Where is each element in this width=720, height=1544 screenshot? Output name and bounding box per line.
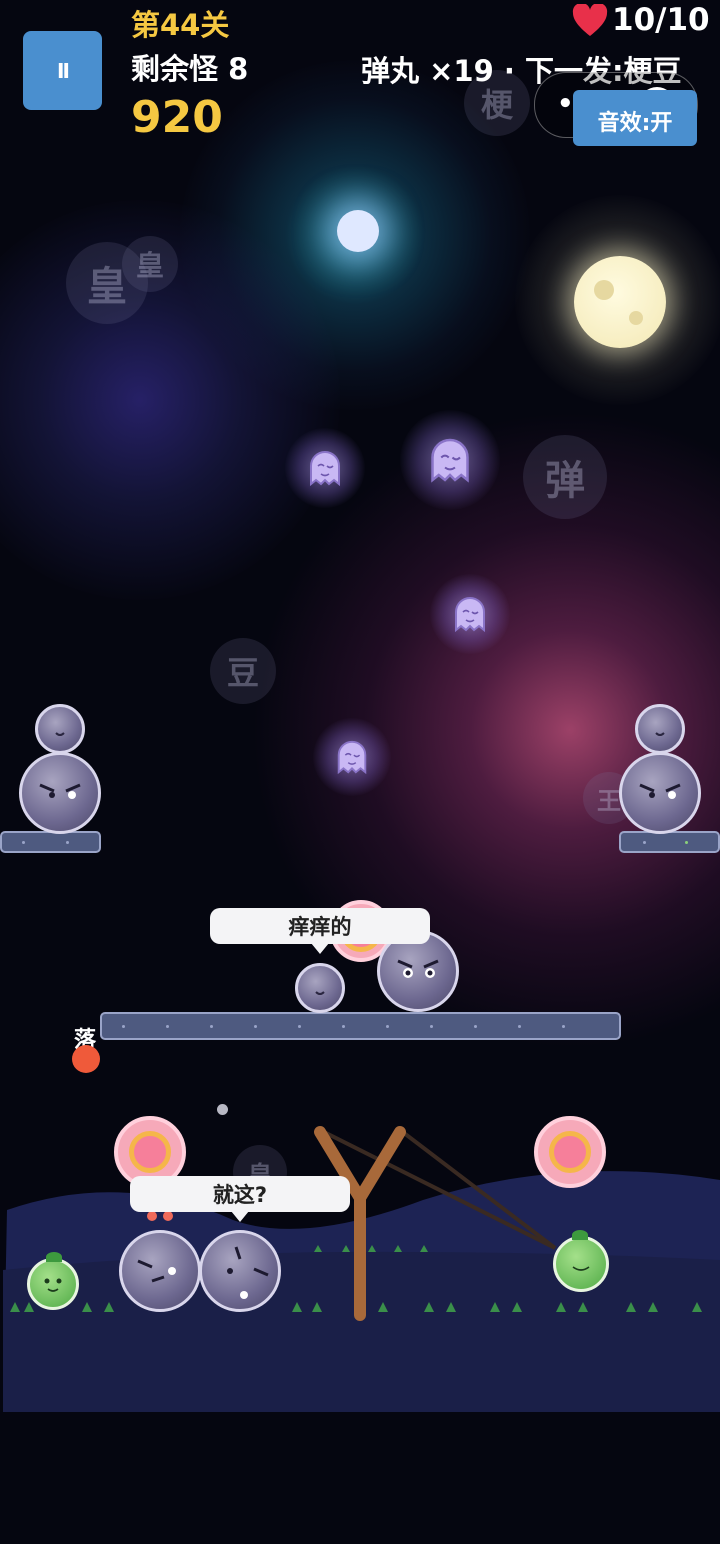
stone-platform	[619, 831, 720, 853]
loaded-bean[interactable]	[553, 1230, 609, 1292]
floating-char: 弹	[523, 435, 607, 519]
dizzy-dot	[163, 1211, 173, 1221]
green-bean-ammo[interactable]	[27, 1252, 79, 1310]
star-light	[337, 210, 379, 252]
level-label: 第44关	[131, 8, 230, 42]
projectile-dot	[217, 1104, 228, 1115]
floating-char: 皇	[122, 236, 178, 292]
ghost-enemy[interactable]	[285, 428, 365, 508]
pause-icon: II	[57, 58, 70, 83]
small-monster[interactable]	[35, 704, 85, 754]
ghost-enemy[interactable]	[313, 718, 391, 796]
ghost-enemy[interactable]	[430, 574, 510, 654]
heart-icon	[572, 2, 608, 42]
sound-toggle-button[interactable]: 音效:开	[573, 90, 697, 146]
remaining-monsters: 剩余怪 8	[131, 52, 249, 86]
dizzy-dot	[147, 1211, 157, 1221]
small-monster[interactable]	[635, 704, 685, 754]
lives-count: 10/10	[612, 2, 710, 38]
drop-marker	[72, 1045, 100, 1073]
angry-monster[interactable]	[199, 1230, 281, 1312]
stone-platform	[0, 831, 101, 853]
angry-monster[interactable]	[119, 1230, 201, 1312]
game-scene[interactable]: 皇 皇 梗 弹 豆 王 皇 痒痒的 落 就这? II 第44关 剩余怪 8 92…	[0, 0, 720, 1544]
score: 920	[131, 92, 223, 143]
pause-button[interactable]: II	[23, 31, 102, 110]
angry-monster[interactable]	[619, 752, 701, 834]
angry-monster[interactable]	[19, 752, 101, 834]
ghost-enemy[interactable]	[400, 410, 500, 510]
moon-icon	[574, 256, 666, 348]
speech-bubble: 就这?	[130, 1176, 350, 1222]
floating-char: 豆	[210, 638, 276, 704]
stone-platform	[100, 1012, 621, 1040]
speech-bubble: 痒痒的	[210, 908, 430, 954]
candy-pickup[interactable]	[534, 1116, 606, 1188]
small-monster[interactable]	[295, 963, 345, 1013]
